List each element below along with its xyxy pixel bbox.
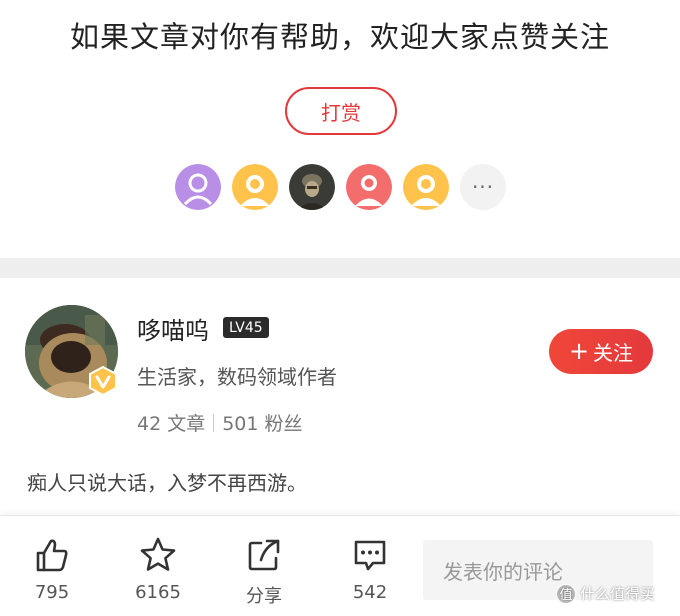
- thumbs-up-icon: [36, 539, 68, 572]
- stats-divider: [213, 413, 215, 432]
- photo-avatar: [289, 164, 335, 210]
- follow-label: 关注: [593, 341, 634, 365]
- article-count[interactable]: 42 文章: [137, 409, 205, 436]
- section-divider: [0, 258, 680, 278]
- like-button[interactable]: 795: [22, 536, 82, 603]
- cta-title: 如果文章对你有帮助，欢迎大家点赞关注: [69, 20, 610, 54]
- like-count: 795: [34, 582, 70, 603]
- star-icon: [140, 537, 176, 571]
- comment-count: 542: [352, 582, 388, 603]
- plus-icon: +: [568, 336, 590, 365]
- fan-count[interactable]: 501 粉丝: [222, 409, 302, 436]
- follow-button[interactable]: + 关注: [549, 329, 653, 374]
- tipper-avatars: ···: [175, 164, 506, 210]
- favorite-button[interactable]: 6165: [128, 536, 188, 603]
- favorite-count: 6165: [135, 582, 181, 603]
- share-icon: [248, 539, 280, 571]
- watermark-logo: 值: [556, 583, 576, 604]
- level-badge: LV45: [223, 317, 269, 338]
- tipper-avatar[interactable]: [403, 164, 449, 210]
- tipper-avatar[interactable]: [289, 164, 335, 210]
- default-avatar-icon: [403, 164, 449, 210]
- default-avatar-icon: [232, 164, 278, 210]
- author-bio: 痴人只说大话，入梦不再西游。: [27, 471, 307, 495]
- tipper-avatar[interactable]: [175, 164, 221, 210]
- share-label: 分享: [246, 586, 282, 607]
- comments-button[interactable]: 542: [340, 536, 400, 603]
- tipper-avatar[interactable]: [346, 164, 392, 210]
- default-avatar-icon: [346, 164, 392, 210]
- tipper-avatar[interactable]: [232, 164, 278, 210]
- author-stats: 42 文章 501 粉丝: [137, 409, 303, 436]
- comment-bubble-icon: [354, 540, 386, 571]
- tip-button[interactable]: 打赏: [285, 87, 397, 135]
- verified-badge-icon: [89, 365, 117, 397]
- site-watermark: 值 什么值得买: [556, 583, 655, 604]
- author-name[interactable]: 哆喵呜: [137, 311, 209, 346]
- author-title: 生活家，数码领域作者: [137, 365, 337, 389]
- watermark-text: 什么值得买: [580, 585, 656, 603]
- more-tippers-button[interactable]: ···: [460, 164, 506, 210]
- default-avatar-icon: [175, 164, 221, 210]
- share-button[interactable]: 分享: [234, 536, 294, 608]
